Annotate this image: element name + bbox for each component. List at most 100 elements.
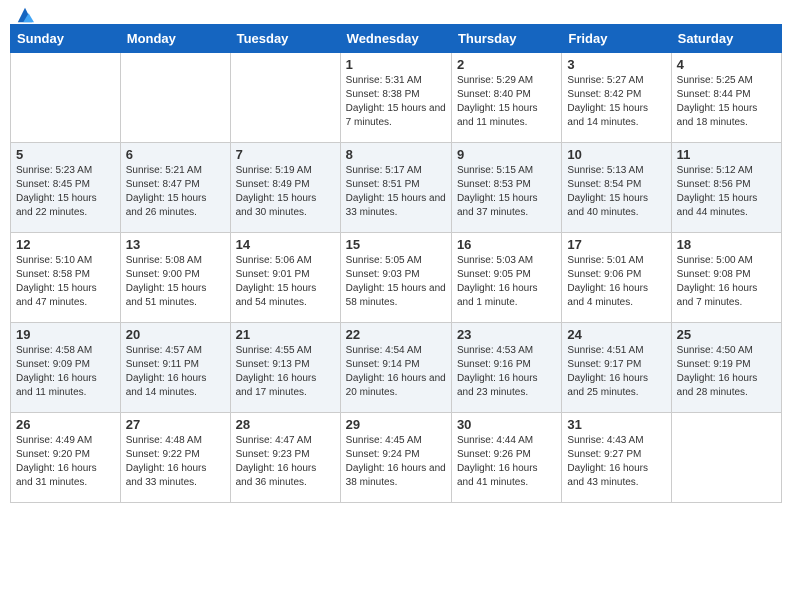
day-info: Sunrise: 4:48 AM Sunset: 9:22 PM Dayligh… xyxy=(126,434,225,490)
calendar-cell: 17 Sunrise: 5:01 AM Sunset: 9:06 PM Dayli… xyxy=(562,233,671,323)
calendar-week-row: 12 Sunrise: 5:10 AM Sunset: 8:58 PM Dayli… xyxy=(11,233,782,323)
logo-icon xyxy=(16,6,34,24)
day-info: Sunrise: 5:21 AM Sunset: 8:47 PM Dayligh… xyxy=(126,164,225,220)
day-number: 26 xyxy=(16,417,115,432)
day-number: 30 xyxy=(457,417,556,432)
day-number: 11 xyxy=(677,147,776,162)
day-info: Sunrise: 5:12 AM Sunset: 8:56 PM Dayligh… xyxy=(677,164,776,220)
day-info: Sunrise: 5:27 AM Sunset: 8:42 PM Dayligh… xyxy=(567,74,665,130)
day-number: 4 xyxy=(677,57,776,72)
calendar-cell: 18Sunrise: 5:00 AM Sunset: 9:08 PM Dayli… xyxy=(671,233,781,323)
day-info: Sunrise: 4:45 AM Sunset: 9:24 PM Dayligh… xyxy=(346,434,446,490)
calendar-cell: 24 Sunrise: 4:51 AM Sunset: 9:17 PM Dayli… xyxy=(562,323,671,413)
day-info: Sunrise: 5:13 AM Sunset: 8:54 PM Dayligh… xyxy=(567,164,665,220)
day-info: Sunrise: 5:10 AM Sunset: 8:58 PM Dayligh… xyxy=(16,254,115,310)
day-number: 6 xyxy=(126,147,225,162)
calendar-cell xyxy=(671,413,781,503)
day-number: 24 xyxy=(567,327,665,342)
calendar-week-row: 19 Sunrise: 4:58 AM Sunset: 9:09 PM Dayli… xyxy=(11,323,782,413)
day-number: 17 xyxy=(567,237,665,252)
calendar-header-row: SundayMondayTuesdayWednesdayThursdayFrid… xyxy=(11,25,782,53)
calendar-cell: 19 Sunrise: 4:58 AM Sunset: 9:09 PM Dayli… xyxy=(11,323,121,413)
day-info: Sunrise: 5:17 AM Sunset: 8:51 PM Dayligh… xyxy=(346,164,446,220)
day-number: 1 xyxy=(346,57,446,72)
calendar-cell: 25 Sunrise: 4:50 AM Sunset: 9:19 PM Dayli… xyxy=(671,323,781,413)
day-info: Sunrise: 4:55 AM Sunset: 9:13 PM Dayligh… xyxy=(236,344,335,400)
calendar-cell: 14 Sunrise: 5:06 AM Sunset: 9:01 PM Dayli… xyxy=(230,233,340,323)
day-number: 19 xyxy=(16,327,115,342)
day-info: Sunrise: 5:23 AM Sunset: 8:45 PM Dayligh… xyxy=(16,164,115,220)
calendar-cell: 15 Sunrise: 5:05 AM Sunset: 9:03 PM Dayli… xyxy=(340,233,451,323)
calendar-cell xyxy=(230,53,340,143)
day-number: 9 xyxy=(457,147,556,162)
day-number: 22 xyxy=(346,327,446,342)
day-info: Sunrise: 5:25 AM Sunset: 8:44 PM Dayligh… xyxy=(677,74,776,130)
calendar-cell: 30Sunrise: 4:44 AM Sunset: 9:26 PM Dayli… xyxy=(451,413,561,503)
day-number: 27 xyxy=(126,417,225,432)
day-number: 21 xyxy=(236,327,335,342)
calendar-cell: 12 Sunrise: 5:10 AM Sunset: 8:58 PM Dayli… xyxy=(11,233,121,323)
day-info: Sunrise: 5:15 AM Sunset: 8:53 PM Dayligh… xyxy=(457,164,556,220)
header-sunday: Sunday xyxy=(11,25,121,53)
day-info: Sunrise: 5:05 AM Sunset: 9:03 PM Dayligh… xyxy=(346,254,446,310)
day-number: 12 xyxy=(16,237,115,252)
day-info: Sunrise: 4:58 AM Sunset: 9:09 PM Dayligh… xyxy=(16,344,115,400)
day-number: 10 xyxy=(567,147,665,162)
calendar-cell: 9 Sunrise: 5:15 AM Sunset: 8:53 PM Daylig… xyxy=(451,143,561,233)
day-info: Sunrise: 5:01 AM Sunset: 9:06 PM Dayligh… xyxy=(567,254,665,310)
day-info: Sunrise: 4:53 AM Sunset: 9:16 PM Dayligh… xyxy=(457,344,556,400)
header-friday: Friday xyxy=(562,25,671,53)
day-info: Sunrise: 5:31 AM Sunset: 8:38 PM Dayligh… xyxy=(346,74,446,130)
header-saturday: Saturday xyxy=(671,25,781,53)
calendar-cell: 3 Sunrise: 5:27 AM Sunset: 8:42 PM Daylig… xyxy=(562,53,671,143)
day-info: Sunrise: 5:06 AM Sunset: 9:01 PM Dayligh… xyxy=(236,254,335,310)
day-number: 5 xyxy=(16,147,115,162)
day-info: Sunrise: 4:50 AM Sunset: 9:19 PM Dayligh… xyxy=(677,344,776,400)
page-header xyxy=(10,10,782,18)
day-number: 15 xyxy=(346,237,446,252)
day-info: Sunrise: 5:08 AM Sunset: 9:00 PM Dayligh… xyxy=(126,254,225,310)
calendar-cell: 1 Sunrise: 5:31 AM Sunset: 8:38 PM Daylig… xyxy=(340,53,451,143)
calendar-cell: 21 Sunrise: 4:55 AM Sunset: 9:13 PM Dayli… xyxy=(230,323,340,413)
calendar-cell: 5 Sunrise: 5:23 AM Sunset: 8:45 PM Daylig… xyxy=(11,143,121,233)
calendar-week-row: 1 Sunrise: 5:31 AM Sunset: 8:38 PM Daylig… xyxy=(11,53,782,143)
calendar-cell xyxy=(11,53,121,143)
day-info: Sunrise: 5:29 AM Sunset: 8:40 PM Dayligh… xyxy=(457,74,556,130)
calendar-table: SundayMondayTuesdayWednesdayThursdayFrid… xyxy=(10,24,782,503)
day-info: Sunrise: 4:51 AM Sunset: 9:17 PM Dayligh… xyxy=(567,344,665,400)
header-wednesday: Wednesday xyxy=(340,25,451,53)
calendar-week-row: 5 Sunrise: 5:23 AM Sunset: 8:45 PM Daylig… xyxy=(11,143,782,233)
day-number: 3 xyxy=(567,57,665,72)
calendar-cell xyxy=(120,53,230,143)
calendar-cell: 23 Sunrise: 4:53 AM Sunset: 9:16 PM Dayli… xyxy=(451,323,561,413)
calendar-cell: 7Sunrise: 5:19 AM Sunset: 8:49 PM Daylig… xyxy=(230,143,340,233)
calendar-cell: 31 Sunrise: 4:43 AM Sunset: 9:27 PM Dayli… xyxy=(562,413,671,503)
day-info: Sunrise: 4:43 AM Sunset: 9:27 PM Dayligh… xyxy=(567,434,665,490)
day-number: 31 xyxy=(567,417,665,432)
day-info: Sunrise: 4:57 AM Sunset: 9:11 PM Dayligh… xyxy=(126,344,225,400)
calendar-cell: 20Sunrise: 4:57 AM Sunset: 9:11 PM Dayli… xyxy=(120,323,230,413)
header-tuesday: Tuesday xyxy=(230,25,340,53)
calendar-cell: 29 Sunrise: 4:45 AM Sunset: 9:24 PM Dayli… xyxy=(340,413,451,503)
calendar-cell: 27 Sunrise: 4:48 AM Sunset: 9:22 PM Dayli… xyxy=(120,413,230,503)
day-number: 14 xyxy=(236,237,335,252)
calendar-cell: 13 Sunrise: 5:08 AM Sunset: 9:00 PM Dayli… xyxy=(120,233,230,323)
day-info: Sunrise: 4:49 AM Sunset: 9:20 PM Dayligh… xyxy=(16,434,115,490)
calendar-cell: 6 Sunrise: 5:21 AM Sunset: 8:47 PM Daylig… xyxy=(120,143,230,233)
calendar-cell: 26 Sunrise: 4:49 AM Sunset: 9:20 PM Dayli… xyxy=(11,413,121,503)
calendar-cell: 11 Sunrise: 5:12 AM Sunset: 8:56 PM Dayli… xyxy=(671,143,781,233)
day-number: 25 xyxy=(677,327,776,342)
day-info: Sunrise: 5:03 AM Sunset: 9:05 PM Dayligh… xyxy=(457,254,556,310)
calendar-cell: 10 Sunrise: 5:13 AM Sunset: 8:54 PM Dayli… xyxy=(562,143,671,233)
header-monday: Monday xyxy=(120,25,230,53)
calendar-cell: 28Sunrise: 4:47 AM Sunset: 9:23 PM Dayli… xyxy=(230,413,340,503)
day-number: 13 xyxy=(126,237,225,252)
calendar-cell: 4 Sunrise: 5:25 AM Sunset: 8:44 PM Daylig… xyxy=(671,53,781,143)
calendar-week-row: 26 Sunrise: 4:49 AM Sunset: 9:20 PM Dayli… xyxy=(11,413,782,503)
day-number: 8 xyxy=(346,147,446,162)
calendar-cell: 8 Sunrise: 5:17 AM Sunset: 8:51 PM Daylig… xyxy=(340,143,451,233)
day-number: 23 xyxy=(457,327,556,342)
day-info: Sunrise: 4:54 AM Sunset: 9:14 PM Dayligh… xyxy=(346,344,446,400)
day-number: 29 xyxy=(346,417,446,432)
day-info: Sunrise: 5:19 AM Sunset: 8:49 PM Dayligh… xyxy=(236,164,335,220)
